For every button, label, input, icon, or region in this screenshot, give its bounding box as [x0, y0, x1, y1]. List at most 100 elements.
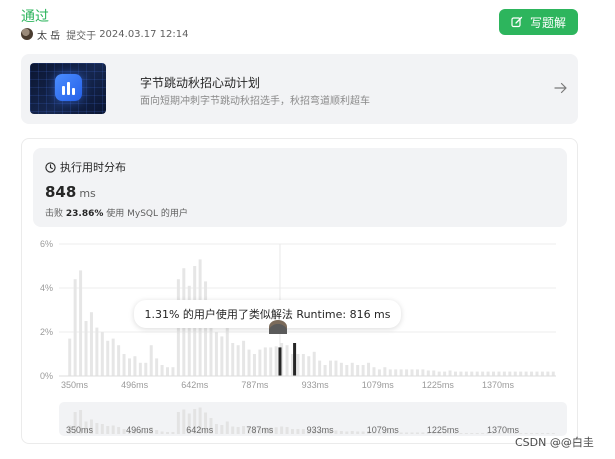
chart-bar — [361, 365, 365, 376]
mini-chart-bar — [100, 424, 104, 434]
watermark: CSDN @@白圭 — [515, 436, 594, 449]
chart-bar — [106, 340, 110, 376]
mini-chart-bar — [122, 429, 126, 434]
mini-chart-bar — [220, 425, 224, 434]
chart-bar — [269, 347, 273, 376]
y-tick-label: 2% — [40, 327, 53, 337]
mini-chart-bar — [285, 427, 289, 434]
chart-bar — [399, 369, 403, 376]
highlight-bar — [278, 347, 282, 376]
chart-bar — [519, 371, 523, 376]
chart-bar — [307, 356, 311, 376]
chart-bar — [225, 321, 229, 376]
chart-bar — [405, 369, 409, 376]
mini-chart-bar — [225, 421, 229, 434]
mini-chart-bar — [274, 427, 278, 434]
chart-bar — [535, 371, 539, 376]
mini-chart-bar — [111, 425, 115, 434]
chart-bar — [394, 369, 398, 376]
chart-bar — [84, 321, 88, 376]
mini-chart-bar — [242, 426, 246, 434]
mini-chart-bar — [399, 432, 403, 434]
mini-x-tick-label: 642ms — [186, 425, 214, 435]
chart-bar — [214, 332, 218, 376]
mini-chart-bar — [117, 427, 121, 434]
chart-bar — [155, 358, 159, 376]
chart-bar — [247, 349, 251, 376]
mini-chart-bar — [334, 430, 338, 434]
chart-bar — [117, 345, 121, 376]
chart-bar — [350, 362, 354, 376]
mini-chart-bar — [345, 431, 349, 434]
mini-x-tick-label: 1079ms — [367, 425, 400, 435]
chart-bar — [171, 367, 175, 376]
chart-bar — [502, 371, 506, 376]
chart-bar — [144, 362, 148, 376]
x-tick-label: 787ms — [241, 380, 269, 390]
mini-chart-bar — [405, 432, 409, 434]
chart-bar — [138, 362, 142, 376]
mini-chart-bar — [296, 429, 300, 434]
chart-bar — [459, 371, 463, 376]
chart-bar — [464, 371, 468, 376]
chart-bar — [470, 371, 474, 376]
chart-bar — [231, 343, 235, 376]
chart-bar — [79, 270, 83, 376]
mini-chart-bar — [356, 431, 360, 434]
mini-chart-bar — [290, 429, 294, 434]
chart-bar — [160, 365, 164, 376]
chart-bar — [437, 371, 441, 376]
chart-tooltip: 1.31% 的用户使用了类似解法 Runtime: 816 ms — [134, 300, 401, 328]
chart-bar — [426, 370, 430, 376]
chart-bar — [236, 345, 240, 376]
mini-chart-bar — [95, 423, 99, 434]
chart-bar — [329, 360, 333, 376]
x-tick-label: 642ms — [181, 380, 209, 390]
chart-bar — [252, 354, 256, 376]
mini-chart-bar — [182, 409, 186, 434]
chart-bar — [263, 347, 267, 376]
mini-x-tick-label: 496ms — [126, 425, 154, 435]
mini-x-tick-label: 350ms — [66, 425, 94, 435]
current-submission-marker — [269, 320, 287, 334]
mini-chart-bar — [280, 426, 284, 434]
chart-bar — [432, 370, 436, 376]
mini-chart-bar — [166, 432, 170, 434]
chart-bar — [334, 360, 338, 376]
mini-chart-bar — [410, 432, 414, 434]
chart-bar — [540, 371, 544, 376]
chart-bar — [318, 360, 322, 376]
mini-chart-bar — [106, 426, 110, 434]
chart-bar — [530, 371, 534, 376]
mini-chart-bar — [214, 424, 218, 434]
chart-bar — [242, 340, 246, 376]
chart-bar — [508, 371, 512, 376]
chart-bar — [323, 365, 327, 376]
mini-chart-bar — [361, 431, 365, 434]
chart-bar — [367, 362, 371, 376]
x-tick-label: 1225ms — [422, 380, 455, 390]
mini-chart-bar — [171, 432, 175, 434]
mini-chart-bar — [155, 430, 159, 434]
chart-bar — [73, 279, 77, 376]
chart-bar — [475, 371, 479, 376]
chart-bar — [513, 371, 517, 376]
y-tick-label: 6% — [40, 239, 53, 249]
runtime-distribution-chart[interactable]: 0% 2% 4% 6% 350ms 350ms 496ms 496ms 642ms 642ms 78… — [0, 0, 615, 459]
chart-bar — [204, 281, 208, 376]
chart-bar — [388, 369, 392, 376]
chart-bar — [551, 371, 555, 376]
chart-bar — [258, 349, 262, 376]
chart-bar — [372, 367, 376, 376]
chart-bar — [339, 362, 343, 376]
mini-chart-bar — [350, 431, 354, 434]
chart-bar — [410, 369, 414, 376]
x-tick-label: 1079ms — [362, 380, 395, 390]
chart-bar — [68, 338, 72, 376]
x-tick-label: 933ms — [302, 380, 330, 390]
y-tick-label: 0% — [40, 371, 53, 381]
mini-chart-bar — [301, 429, 305, 434]
chart-bar — [166, 367, 170, 376]
chart-bar — [492, 371, 496, 376]
chart-bar — [127, 358, 131, 376]
